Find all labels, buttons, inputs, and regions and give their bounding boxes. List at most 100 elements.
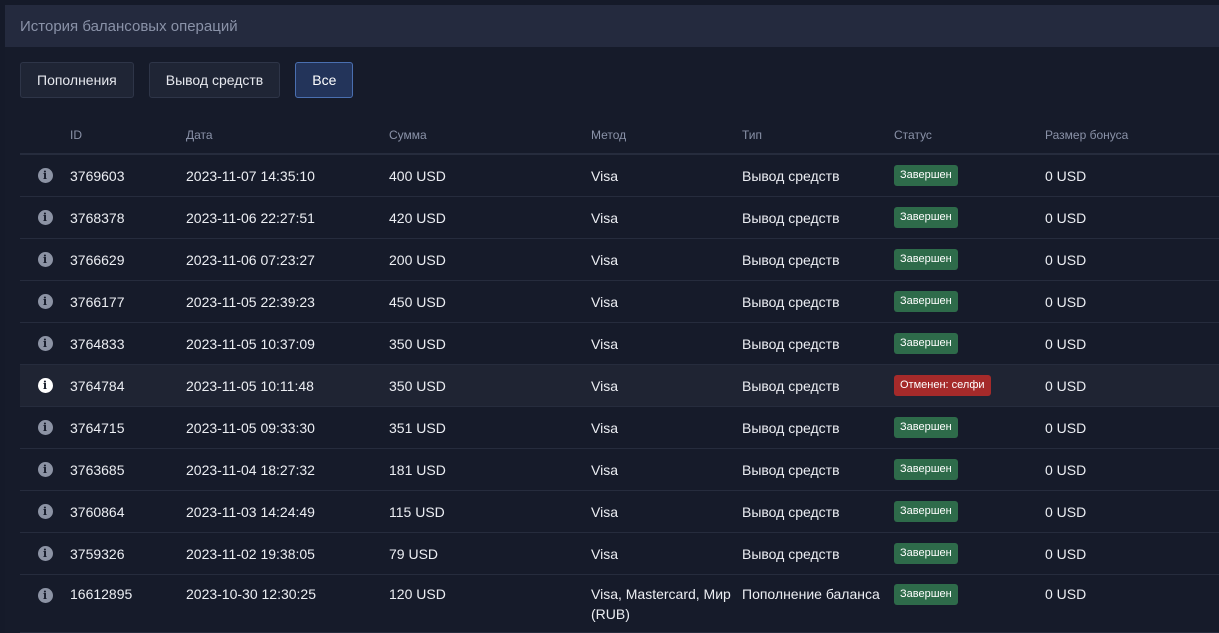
info-icon[interactable]: i [37, 294, 53, 309]
cell-method: Visa [591, 419, 618, 436]
info-icon[interactable]: i [37, 462, 53, 477]
header-status[interactable]: Статус [894, 128, 1045, 142]
cell-id: 3764784 [70, 377, 125, 394]
cell-date: 2023-11-05 10:37:09 [186, 335, 315, 352]
cell-method: Visa [591, 293, 618, 310]
status-badge: Завершен [894, 207, 958, 228]
info-icon[interactable]: i [37, 504, 53, 519]
cell-id: 3759326 [70, 545, 125, 562]
table-row[interactable]: i 3760864 2023-11-03 14:24:49 115 USD Vi… [20, 491, 1219, 533]
cell-date: 2023-11-05 09:33:30 [186, 419, 315, 436]
info-icon[interactable]: i [37, 252, 53, 267]
cell-id: 3764833 [70, 335, 125, 352]
header-date[interactable]: Дата [186, 128, 389, 142]
cell-id: 3766629 [70, 251, 125, 268]
filter-withdrawals-button[interactable]: Вывод средств [148, 62, 281, 98]
status-badge: Завершен [894, 249, 958, 270]
cell-bonus: 0 USD [1045, 167, 1087, 184]
header-bonus[interactable]: Размер бонуса [1045, 128, 1195, 142]
filter-all-button[interactable]: Все [295, 62, 354, 98]
cell-bonus: 0 USD [1045, 293, 1087, 310]
cell-bonus: 0 USD [1045, 209, 1087, 226]
cell-bonus: 0 USD [1045, 545, 1087, 562]
cell-id: 16612895 [70, 586, 133, 602]
table-row[interactable]: i 3768378 2023-11-06 22:27:51 420 USD Vi… [20, 197, 1219, 239]
cell-method: Visa [591, 251, 618, 268]
cell-bonus: 0 USD [1045, 335, 1087, 352]
table-header: ID Дата Сумма Метод Тип Статус Размер бо… [20, 117, 1219, 155]
cell-date: 2023-11-02 19:38:05 [186, 545, 315, 562]
cell-type: Пополнение баланса [742, 586, 880, 602]
status-badge: Завершен [894, 165, 958, 186]
modal-title: История балансовых операций [20, 17, 238, 35]
status-badge: Завершен [894, 584, 958, 605]
header-sum[interactable]: Сумма [389, 128, 591, 142]
table-row[interactable]: i 16612895 2023-10-30 12:30:25 120 USD V… [20, 575, 1219, 633]
header-type[interactable]: Тип [742, 125, 894, 145]
status-badge: Завершен [894, 501, 958, 522]
table-row[interactable]: i 3764715 2023-11-05 09:33:30 351 USD Vi… [20, 407, 1219, 449]
cell-type: Вывод средств [742, 545, 840, 562]
cell-method: Visa [591, 167, 618, 184]
cell-type: Вывод средств [742, 209, 840, 226]
header-id[interactable]: ID [70, 128, 186, 142]
cell-id: 3764715 [70, 419, 125, 436]
cell-sum: 79 USD [389, 545, 439, 562]
status-badge: Завершен [894, 459, 958, 480]
cell-bonus: 0 USD [1045, 419, 1087, 436]
cell-id: 3766177 [70, 293, 125, 310]
cell-sum: 351 USD [389, 419, 446, 436]
cell-type: Вывод средств [742, 461, 840, 478]
modal-header: История балансовых операций [5, 5, 1219, 47]
table-row[interactable]: i 3764833 2023-11-05 10:37:09 350 USD Vi… [20, 323, 1219, 365]
table-row[interactable]: i 3769603 2023-11-07 14:35:10 400 USD Vi… [20, 155, 1219, 197]
info-icon[interactable]: i [37, 420, 53, 435]
cell-sum: 350 USD [389, 377, 446, 394]
cell-date: 2023-11-04 18:27:32 [186, 461, 315, 478]
cell-method: Visa [591, 335, 618, 352]
info-icon[interactable]: i [37, 378, 53, 393]
info-icon[interactable]: i [37, 210, 53, 225]
cell-sum: 400 USD [389, 167, 446, 184]
cell-type: Вывод средств [742, 251, 840, 268]
info-icon[interactable]: i [37, 588, 53, 603]
cell-bonus: 0 USD [1045, 461, 1087, 478]
table-row[interactable]: i 3766629 2023-11-06 07:23:27 200 USD Vi… [20, 239, 1219, 281]
table-row[interactable]: i 3764784 2023-11-05 10:11:48 350 USD Vi… [20, 365, 1219, 407]
cell-bonus: 0 USD [1045, 251, 1087, 268]
cell-sum: 350 USD [389, 335, 446, 352]
cell-date: 2023-11-03 14:24:49 [186, 503, 315, 520]
cell-method: Visa, Mastercard, Мир (RUB) [591, 586, 731, 622]
table-row[interactable]: i 3766177 2023-11-05 22:39:23 450 USD Vi… [20, 281, 1219, 323]
cell-type: Вывод средств [742, 293, 840, 310]
filter-bar: Пополнения Вывод средств Все [20, 62, 354, 98]
cell-bonus: 0 USD [1045, 377, 1087, 394]
cell-sum: 200 USD [389, 251, 446, 268]
cell-date: 2023-10-30 12:30:25 [186, 586, 316, 602]
header-method[interactable]: Метод [591, 125, 742, 145]
info-icon[interactable]: i [37, 546, 53, 561]
cell-date: 2023-11-06 22:27:51 [186, 209, 315, 226]
operations-table: ID Дата Сумма Метод Тип Статус Размер бо… [20, 117, 1219, 633]
cell-id: 3768378 [70, 209, 125, 226]
cell-sum: 450 USD [389, 293, 446, 310]
info-icon[interactable]: i [37, 168, 53, 183]
cell-type: Вывод средств [742, 503, 840, 520]
table-row[interactable]: i 3763685 2023-11-04 18:27:32 181 USD Vi… [20, 449, 1219, 491]
cell-sum: 115 USD [389, 503, 445, 520]
filter-deposits-button[interactable]: Пополнения [20, 62, 134, 98]
cell-type: Вывод средств [742, 377, 840, 394]
cell-date: 2023-11-07 14:35:10 [186, 167, 315, 184]
table-row[interactable]: i 3759326 2023-11-02 19:38:05 79 USD Vis… [20, 533, 1219, 575]
status-badge: Завершен [894, 291, 958, 312]
cell-sum: 420 USD [389, 209, 446, 226]
cell-date: 2023-11-06 07:23:27 [186, 251, 315, 268]
cell-id: 3760864 [70, 503, 125, 520]
cell-method: Visa [591, 545, 618, 562]
cell-method: Visa [591, 503, 618, 520]
cell-type: Вывод средств [742, 335, 840, 352]
cell-method: Visa [591, 377, 618, 394]
status-badge: Отменен: селфи [894, 375, 991, 396]
info-icon[interactable]: i [37, 336, 53, 351]
cell-id: 3763685 [70, 461, 125, 478]
